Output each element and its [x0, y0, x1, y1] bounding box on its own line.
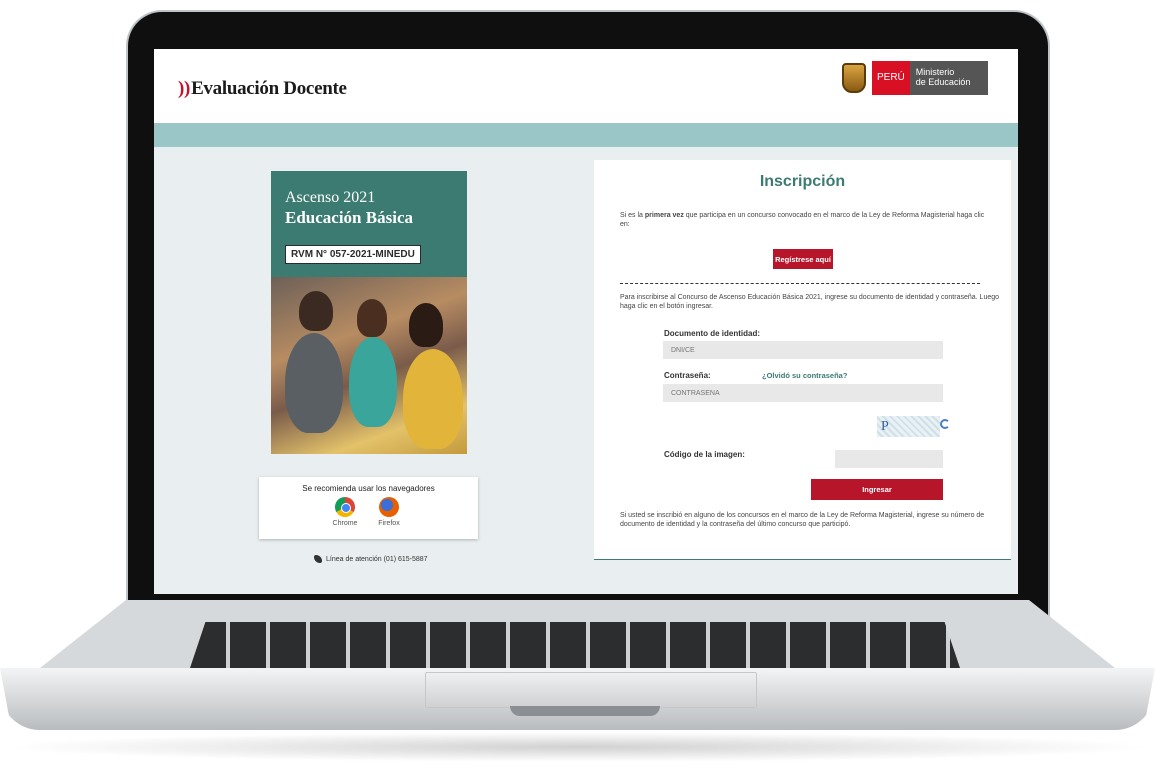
trackpad: [425, 672, 757, 708]
captcha-input[interactable]: [835, 450, 943, 468]
first-time-prefix: Si es la: [620, 212, 645, 219]
peru-label: PERÚ: [872, 61, 910, 95]
browser-viewport: ))Evaluación Docente PERÚ Ministerio de …: [154, 49, 1018, 594]
section-divider: [620, 283, 980, 284]
doc-input[interactable]: [663, 341, 943, 359]
support-text: Línea de atención (01) 615-5887: [326, 555, 428, 563]
poster-title-line1: Ascenso 2021: [285, 189, 376, 206]
refresh-captcha-icon[interactable]: [940, 419, 950, 429]
logo-text: Evaluación Docente: [191, 78, 347, 99]
first-time-bold: primera vez: [644, 212, 684, 219]
doc-label: Documento de identidad:: [664, 329, 760, 338]
teachers-photo: [271, 277, 467, 454]
gov-badge[interactable]: PERÚ Ministerio de Educación: [842, 60, 988, 96]
site-header: ))Evaluación Docente PERÚ Ministerio de …: [154, 49, 1018, 123]
poster-rvm-tag: RVM N° 057-2021-MINEDU: [285, 245, 421, 264]
ministry-line1: Ministerio: [915, 67, 955, 77]
firefox-label: Firefox: [378, 520, 400, 527]
ministry-line2: de Educación: [915, 77, 971, 87]
poster-title-line2: Educación Básica: [285, 208, 413, 227]
browser-recommendation: Se recomienda usar los navegadores Chrom…: [259, 477, 478, 539]
password-input[interactable]: [663, 384, 943, 402]
chrome-label: Chrome: [332, 520, 358, 527]
firefox-link[interactable]: Firefox: [369, 497, 409, 527]
promo-poster: Ascenso 2021 Educación Básica RVM N° 057…: [271, 171, 467, 454]
ministry-label: Ministerio de Educación: [909, 61, 988, 95]
captcha-image: P: [877, 416, 940, 437]
site-logo[interactable]: ))Evaluación Docente: [178, 78, 347, 100]
header-band: [154, 123, 1018, 147]
lid-notch: [510, 706, 660, 716]
keyboard-keys: [190, 622, 960, 668]
chrome-icon: [335, 497, 355, 517]
browser-caption: Se recomienda usar los navegadores: [302, 484, 435, 493]
register-button[interactable]: Regístrese aquí: [773, 249, 833, 269]
forgot-password-link[interactable]: ¿Olvidó su contraseña?: [762, 371, 847, 380]
captcha-label: Código de la imagen:: [664, 450, 745, 459]
password-label: Contraseña:: [664, 371, 711, 380]
phone-icon: [314, 555, 322, 563]
support-line: Línea de atención (01) 615-5887: [314, 555, 428, 563]
chrome-link[interactable]: Chrome: [325, 497, 365, 527]
footer-note: Si usted se inscribió en alguno de los c…: [620, 512, 985, 528]
laptop-shadow: [0, 732, 1155, 762]
coat-of-arms-icon: [842, 63, 866, 93]
registration-panel: Inscripción Si es la primera vez que par…: [594, 160, 1011, 560]
panel-title: Inscripción: [759, 173, 846, 190]
submit-button[interactable]: Ingresar: [811, 479, 943, 500]
logo-mark: )): [178, 78, 191, 99]
login-instructions: Para inscribirse al Concurso de Ascenso …: [620, 294, 1000, 310]
laptop: ))Evaluación Docente PERÚ Ministerio de …: [0, 0, 1155, 778]
first-time-text: Si es la primera vez que participa en un…: [620, 211, 985, 229]
firefox-icon: [379, 497, 399, 517]
